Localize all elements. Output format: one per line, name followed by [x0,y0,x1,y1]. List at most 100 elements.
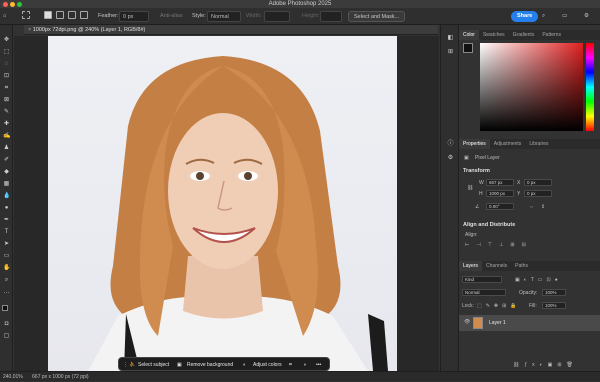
crop-icon[interactable]: ⌗ [289,361,292,369]
fill-label: Fill: [529,303,537,309]
zoom-level[interactable]: 240.01% [3,374,23,380]
crop-tool-icon[interactable]: ⌗ [3,85,10,92]
layer-row[interactable]: 👁 Layer 1 [459,315,600,331]
color-field[interactable] [480,43,583,131]
search-icon[interactable]: ⌕ [542,11,545,22]
add-selection-icon[interactable] [56,11,64,22]
tab-paths[interactable]: Paths [511,261,532,271]
tab-channels[interactable]: Channels [482,261,511,271]
document-canvas-image[interactable] [48,36,397,371]
move-tool-icon[interactable]: ✥ [3,37,10,44]
select-and-mask-button[interactable]: Select and Mask... [348,11,406,22]
eyedropper-tool-icon[interactable]: ✎ [3,109,10,116]
tab-properties[interactable]: Properties [459,139,490,149]
foreground-color-swatch[interactable] [2,305,8,311]
contrast-icon[interactable]: ◑ [303,361,306,369]
zoom-tool-icon[interactable]: ⌕ [3,277,10,284]
zoom-window-button[interactable] [17,2,22,7]
layers-panel-tabs: Layers Channels Paths [459,261,600,271]
share-button[interactable]: Share [511,11,539,22]
tab-gradients[interactable]: Gradients [509,30,539,40]
frame-tool-icon[interactable]: ⊠ [3,97,10,104]
layer-type-label: Pixel Layer [475,155,500,161]
minimize-window-button[interactable] [10,2,15,7]
tab-swatches[interactable]: Swatches [479,30,509,40]
object-selection-tool-icon[interactable]: ⊡ [3,73,10,80]
visibility-eye-icon[interactable]: 👁 [464,319,470,325]
marquee-tool-preset-icon[interactable] [22,11,30,22]
tab-color[interactable]: Color [459,30,479,40]
lasso-tool-icon[interactable]: ◌ [3,61,10,68]
opacity-field[interactable]: 100% [542,289,566,296]
tab-layers[interactable]: Layers [459,261,483,271]
width-input[interactable] [264,11,290,22]
dodge-tool-icon[interactable]: ● [3,205,10,212]
adjustments-panel-icon[interactable]: ⚙ [447,155,454,162]
gradient-tool-icon[interactable]: ▦ [3,181,10,188]
type-tool-icon[interactable]: T [3,229,10,236]
y-field[interactable]: 0 px [524,190,552,197]
workspace-icon[interactable]: ▭ [562,11,567,22]
screen-mode-icon[interactable]: ▢ [3,333,10,340]
properties-panel-icon[interactable]: ⓘ [447,141,454,148]
brush-settings-icon[interactable]: ⊞ [447,49,454,56]
flip-vertical-icon[interactable]: ⇕ [541,204,545,210]
layer-name[interactable]: Layer 1 [489,320,506,326]
align-section-title[interactable]: Align and Distribute [463,222,515,228]
hue-slider[interactable] [586,43,594,131]
select-subject-button[interactable]: Select subject [138,361,169,369]
more-tools-icon[interactable]: … [3,289,10,296]
remove-background-button[interactable]: Remove background [187,361,233,369]
history-brush-tool-icon[interactable]: ✐ [3,157,10,164]
intersect-selection-icon[interactable] [80,11,88,22]
eraser-tool-icon[interactable]: ◆ [3,169,10,176]
home-icon[interactable]: ⌂ [3,11,6,22]
link-dimensions-icon[interactable]: ⛓ [467,185,473,191]
subtract-selection-icon[interactable] [68,11,76,22]
rectangle-tool-icon[interactable]: ▭ [3,253,10,260]
history-panel-icon[interactable]: ◧ [447,35,454,42]
height-field[interactable]: 1000 px [486,190,514,197]
quick-mask-icon[interactable]: ◘ [3,321,10,328]
more-options-icon[interactable]: ••• [316,361,321,369]
clone-stamp-tool-icon[interactable]: ♟ [3,145,10,152]
pen-tool-icon[interactable]: ✒ [3,217,10,224]
adjust-colors-button[interactable]: Adjust colors [253,361,282,369]
brush-tool-icon[interactable]: ✍ [3,133,10,140]
style-select[interactable]: Normal [207,11,241,22]
healing-brush-tool-icon[interactable]: ✚ [3,121,10,128]
width-field[interactable]: 667 px [486,179,514,186]
filter-icons[interactable]: ▣◐T▭⊡● [515,277,562,283]
tab-libraries[interactable]: Libraries [525,139,552,149]
x-field[interactable]: 0 px [524,179,552,186]
layer-actions-icons[interactable]: ⛓ƒx◐▣⊞🗑 [513,362,578,368]
gear-icon[interactable]: ⚙ [584,11,589,22]
angle-field[interactable]: 0.00° [486,203,514,210]
blend-mode-select[interactable]: Normal [462,289,506,296]
transform-section-title[interactable]: Transform [463,168,490,174]
hand-tool-icon[interactable]: ✋ [3,265,10,272]
layer-filter-select[interactable]: Kind [462,276,502,283]
height-input[interactable] [320,11,342,22]
lock-label: Lock: [462,303,474,309]
properties-panel-tabs: Properties Adjustments Libraries [459,139,600,149]
flip-horizontal-icon[interactable]: ⇔ [529,204,534,210]
drag-handle-icon[interactable]: ⋮ [123,361,128,369]
path-selection-tool-icon[interactable]: ➤ [3,241,10,248]
document-tab[interactable]: × 1000px 72dpi.png @ 240% (Layer 1, RGB/… [24,25,438,35]
blur-tool-icon[interactable]: 💧 [3,193,10,200]
document-info[interactable]: 667 px x 1000 px (72 ppi) [32,374,88,380]
marquee-tool-icon[interactable]: ⬚ [3,49,10,56]
tab-patterns[interactable]: Patterns [538,30,565,40]
fill-field[interactable]: 100% [542,302,566,309]
angle-icon: ∠ [475,204,480,210]
lock-icons[interactable]: ⬚✎✥⊞🔒 [477,303,521,309]
new-selection-icon[interactable] [44,11,52,22]
feather-input[interactable]: 0 px [119,11,149,22]
antialias-checkbox[interactable]: Anti-alias [160,11,183,22]
foreground-color-chip[interactable] [463,43,473,53]
align-buttons[interactable]: ⊢⊣⊤⊥⊞⊟ [465,242,533,248]
tab-adjustments[interactable]: Adjustments [490,139,526,149]
height-label: Height: [302,13,320,19]
close-window-button[interactable] [3,2,8,7]
